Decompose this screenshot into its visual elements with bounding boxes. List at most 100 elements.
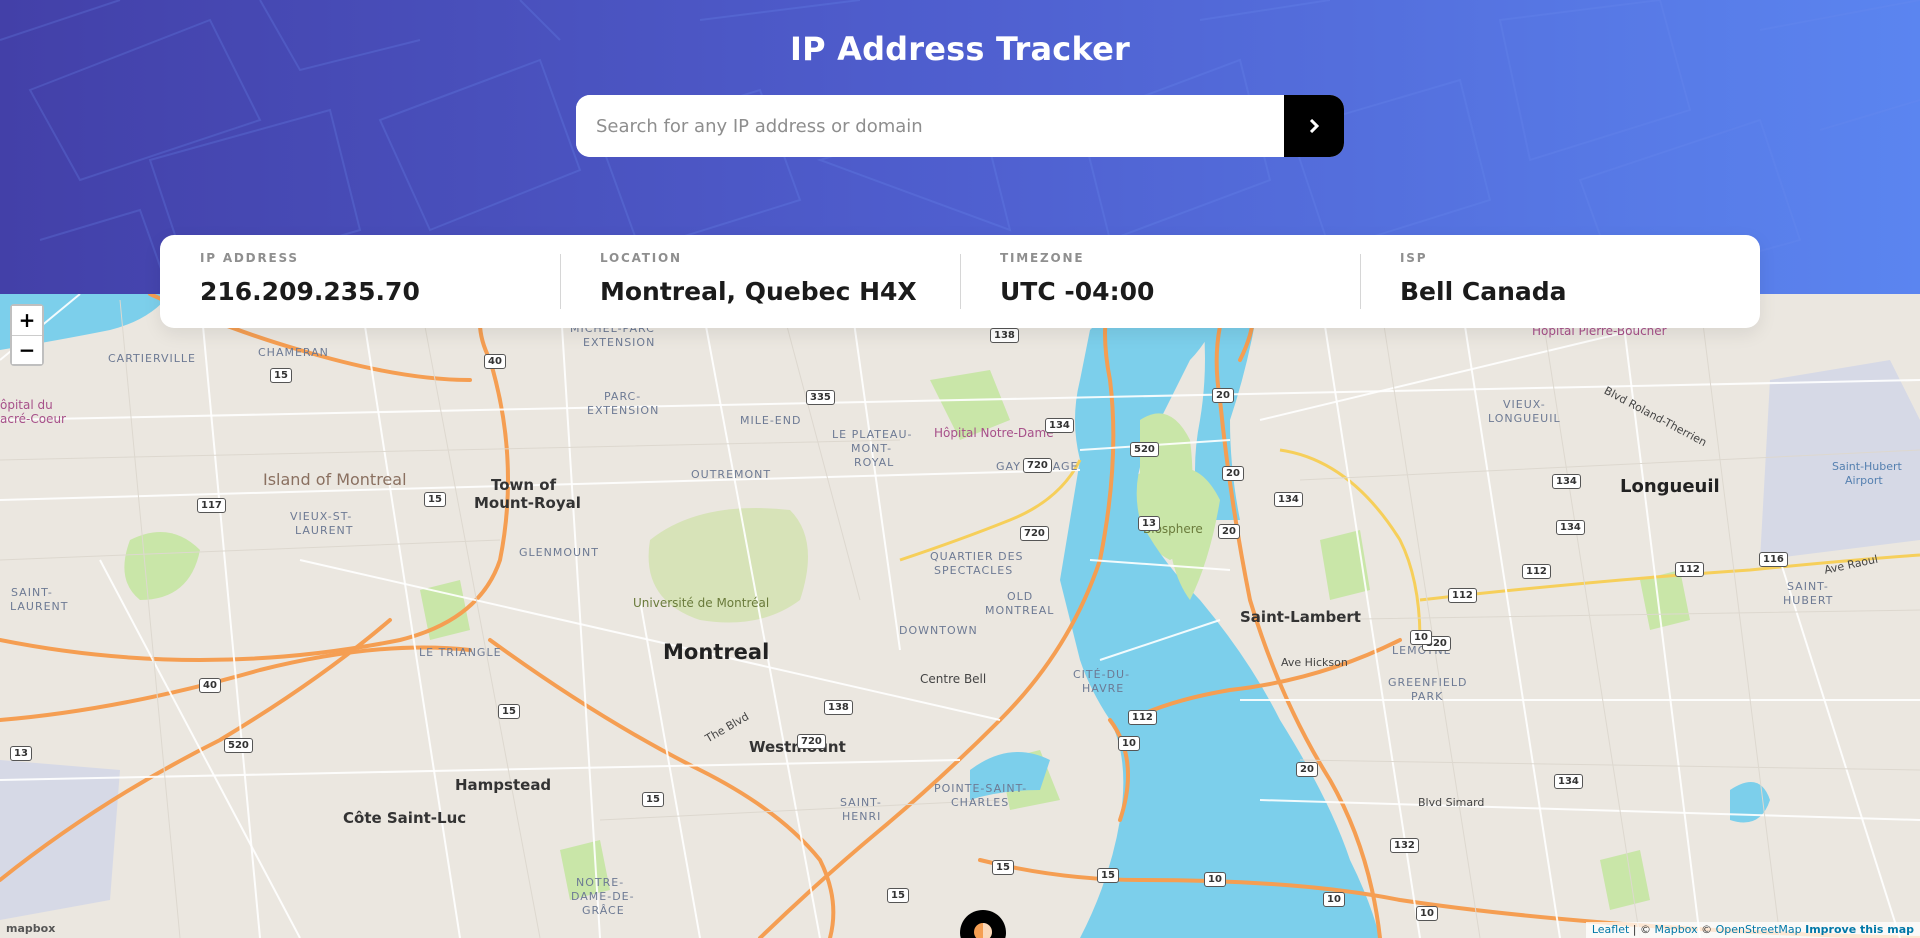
location-value: Montreal, Quebec H4X	[600, 277, 917, 306]
map-label-mount-royal: Mount-Royal	[474, 494, 581, 512]
location-pin-icon[interactable]	[960, 910, 1006, 938]
map-attribution: Leaflet | © Mapbox © OpenStreetMap Impro…	[1585, 922, 1920, 938]
map-label-grace: GRÂCE	[582, 904, 625, 917]
map-label-hopital-coeur: ôpital du	[0, 398, 53, 412]
location-label: LOCATION	[600, 251, 682, 265]
highway-shield: 112	[1675, 562, 1704, 577]
map-label-notre: NOTRE-	[576, 876, 625, 889]
attribution-separator-2: ©	[1697, 923, 1716, 936]
map-label-parc-extension: EXTENSION	[587, 404, 660, 417]
highway-shield: 720	[797, 734, 826, 749]
map[interactable]: Montreal Longueuil Saint-Lambert Westmou…	[0, 294, 1920, 938]
improve-map-link[interactable]: Improve this map	[1805, 923, 1914, 936]
search-form	[576, 95, 1344, 157]
highway-shield: 116	[1759, 552, 1788, 567]
highway-shield: 112	[1448, 588, 1477, 603]
map-label-greenfield: GREENFIELD	[1388, 676, 1468, 689]
highway-shield: 15	[498, 704, 520, 719]
map-label-centre-bell: Centre Bell	[920, 672, 987, 686]
timezone-value: UTC -04:00	[1000, 277, 1155, 306]
map-label-spectacles: SPECTACLES	[934, 564, 1014, 577]
map-label-saint: SAINT-	[11, 586, 53, 599]
map-label-vieux: VIEUX-	[1503, 398, 1546, 411]
map-label-extension: EXTENSION	[583, 336, 656, 349]
highway-shield: 520	[224, 738, 253, 753]
highway-shield: 40	[484, 354, 506, 369]
map-label-island-of-montreal: Island of Montreal	[263, 470, 407, 489]
openstreetmap-link[interactable]: OpenStreetMap	[1716, 923, 1802, 936]
map-label-blvd-simard: Blvd Simard	[1418, 796, 1485, 809]
highway-shield: 15	[270, 368, 292, 383]
highway-shield: 520	[1130, 442, 1159, 457]
search-submit-button[interactable]	[1284, 95, 1344, 157]
highway-shield: 13	[10, 746, 32, 761]
map-label-cartierville: CARTIERVILLE	[108, 352, 196, 365]
highway-shield: 134	[1552, 474, 1581, 489]
highway-shield: 335	[806, 390, 835, 405]
map-label-outremont: OUTREMONT	[691, 468, 772, 481]
highway-shield: 138	[824, 700, 853, 715]
ip-address-label: IP ADDRESS	[200, 251, 299, 265]
mapbox-link[interactable]: Mapbox	[1654, 923, 1697, 936]
map-label-mile-end: MILE-END	[740, 414, 802, 427]
highway-shield: 15	[992, 860, 1014, 875]
map-label-saint-laurent: LAURENT	[10, 600, 69, 613]
map-label-saint-henri: SAINT-	[840, 796, 882, 809]
mapbox-logo[interactable]: mapbox	[6, 922, 55, 935]
map-label-dame-de: DAME-DE-	[571, 890, 635, 903]
map-label-town-of: Town of	[491, 476, 557, 494]
map-label-ave-hickson: Ave Hickson	[1281, 656, 1348, 669]
highway-shield: 10	[1416, 906, 1438, 921]
basemap	[0, 294, 1920, 938]
isp-label: ISP	[1400, 251, 1428, 265]
highway-shield: 720	[1023, 458, 1052, 473]
highway-shield: 13	[1138, 516, 1160, 531]
map-label-airport-2: Airport	[1845, 474, 1883, 487]
location-section: LOCATION Montreal, Quebec H4X	[560, 235, 960, 328]
highway-shield: 20	[1296, 762, 1318, 777]
map-label-hampstead: Hampstead	[455, 776, 552, 794]
map-label-vieux-laurent: LAURENT	[295, 524, 354, 537]
highway-shield: 112	[1522, 564, 1551, 579]
map-label-chameran: CHAMERAN	[258, 346, 329, 359]
attribution-separator-1: | ©	[1629, 923, 1655, 936]
highway-shield: 134	[1556, 520, 1585, 535]
map-label-sacre-coeur: acré-Coeur	[0, 412, 66, 426]
map-label-universite: Université de Montréal	[633, 596, 770, 610]
zoom-controls: + −	[10, 304, 44, 366]
map-label-vieux-longueuil: LONGUEUIL	[1488, 412, 1561, 425]
map-label-henri: HENRI	[842, 810, 882, 823]
zoom-in-button[interactable]: +	[12, 306, 42, 335]
map-label-hopital-notre-dame: Hôpital Notre-Dame	[934, 426, 1054, 440]
highway-shield: 20	[1218, 524, 1240, 539]
search-input[interactable]	[576, 95, 1284, 157]
map-label-montreal: Montreal	[663, 640, 770, 664]
map-label-glenmount: GLENMOUNT	[519, 546, 599, 559]
zoom-out-button[interactable]: −	[12, 335, 42, 364]
highway-shield: 10	[1410, 630, 1432, 645]
map-label-greenfield-park: PARK	[1411, 690, 1444, 703]
map-label-quartier: QUARTIER DES	[930, 550, 1024, 563]
highway-shield: 10	[1118, 736, 1140, 751]
map-label-airport: Saint-Hubert	[1832, 460, 1902, 473]
highway-shield: 15	[642, 792, 664, 807]
map-label-hubert: HUBERT	[1783, 594, 1834, 607]
highway-shield: 134	[1045, 418, 1074, 433]
map-label-plateau-mont: MONT-	[851, 442, 893, 455]
map-label-plateau: LE PLATEAU-	[832, 428, 913, 441]
map-label-saint-hubert: SAINT-	[1787, 580, 1829, 593]
highway-shield: 20	[1212, 388, 1234, 403]
highway-shield: 138	[990, 328, 1019, 343]
highway-shield: 20	[1222, 466, 1244, 481]
leaflet-link[interactable]: Leaflet	[1592, 923, 1629, 936]
map-label-old: OLD	[1007, 590, 1034, 603]
highway-shield: 134	[1554, 774, 1583, 789]
timezone-label: TIMEZONE	[1000, 251, 1085, 265]
map-label-havre: HAVRE	[1082, 682, 1125, 695]
highway-shield: 10	[1204, 872, 1226, 887]
map-label-saint-lambert: Saint-Lambert	[1240, 608, 1361, 626]
map-label-charles: CHARLES	[951, 796, 1010, 809]
map-label-old-montreal: MONTREAL	[985, 604, 1055, 617]
isp-value: Bell Canada	[1400, 277, 1567, 306]
ip-address-section: IP ADDRESS 216.209.235.70	[160, 235, 560, 328]
